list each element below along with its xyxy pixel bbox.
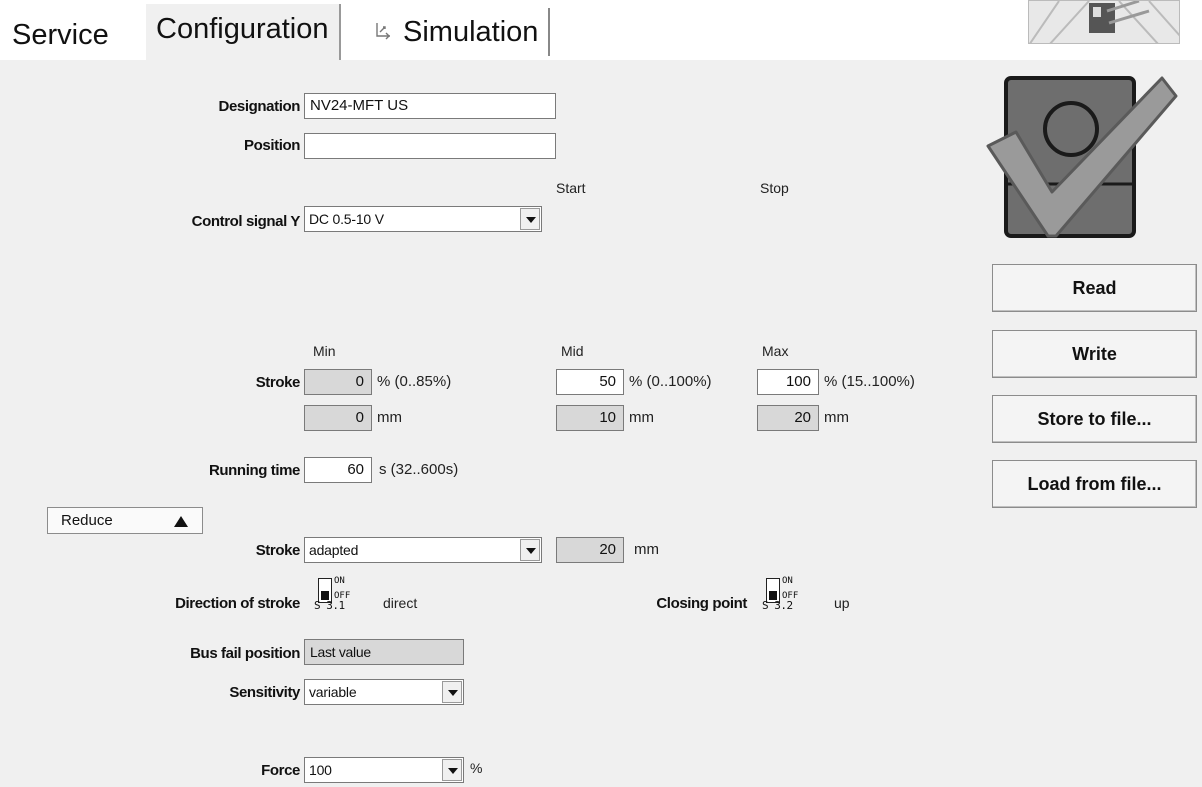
device-status-check-icon	[986, 76, 1178, 238]
bus-fail-position-label: Bus fail position	[190, 645, 300, 662]
sensitivity-value: variable	[309, 684, 357, 700]
chevron-down-icon[interactable]	[520, 539, 540, 561]
force-label: Force	[261, 762, 300, 779]
sensitivity-select[interactable]: variable	[304, 679, 464, 705]
collapse-up-icon	[174, 516, 188, 527]
tab-simulation-label: Simulation	[403, 16, 539, 48]
stroke-max-range: % (15..100%)	[824, 373, 915, 390]
bus-fail-position-field: Last value	[304, 639, 464, 665]
position-input[interactable]	[304, 133, 556, 159]
read-button[interactable]: Read	[992, 264, 1197, 312]
stroke-mid-label: Mid	[561, 343, 584, 359]
stroke-max-mm-unit: mm	[824, 409, 849, 426]
write-button[interactable]: Write	[992, 330, 1197, 378]
tab-strip: Service Configuration Simulation	[0, 0, 1202, 60]
position-label: Position	[244, 137, 300, 154]
stroke-mode-mm-unit: mm	[634, 541, 659, 558]
stroke-label: Stroke	[255, 374, 301, 391]
closing-point-label: Closing point	[656, 595, 747, 612]
designation-label: Designation	[218, 98, 301, 115]
closing-point-value: up	[834, 595, 850, 611]
sensitivity-label: Sensitivity	[229, 684, 300, 701]
simulation-icon	[376, 23, 390, 40]
running-time-label: Running time	[208, 462, 300, 479]
start-column-label: Start	[556, 180, 586, 196]
app-window: Service Configuration Simulation Designa…	[0, 0, 1202, 787]
stroke-mode-value: adapted	[309, 542, 359, 558]
stroke-max-percent[interactable]: 100	[757, 369, 819, 395]
chevron-down-icon[interactable]	[442, 681, 462, 703]
device-photo-thumbnail	[1028, 0, 1180, 44]
running-time-unit: s (32..600s)	[379, 461, 459, 478]
dip-switch-s3-2: ON OFF S 3.2	[762, 576, 807, 614]
dip-code-label: S 3.1	[314, 599, 345, 612]
store-to-file-button[interactable]: Store to file...	[992, 395, 1197, 443]
configuration-panel: Designation NV24-MFT US Position Start S…	[0, 60, 1202, 787]
control-signal-label: Control signal Y	[191, 213, 301, 230]
direction-of-stroke-label: Direction of stroke	[175, 595, 300, 612]
control-signal-value: DC 0.5-10 V	[309, 211, 384, 227]
chevron-down-icon[interactable]	[520, 208, 540, 230]
reduce-toggle[interactable]: Reduce	[47, 507, 203, 534]
load-from-file-button[interactable]: Load from file...	[992, 460, 1197, 508]
stroke-min-range: % (0..85%)	[377, 373, 452, 390]
stroke-mode-mm: 20	[556, 537, 624, 563]
stroke-min-percent: 0	[304, 369, 372, 395]
tab-configuration[interactable]: Configuration	[146, 4, 341, 60]
tab-simulation[interactable]: Simulation	[365, 8, 551, 56]
stroke-min-label: Min	[313, 343, 336, 359]
reduce-label: Reduce	[61, 512, 113, 529]
stroke-max-label: Max	[762, 343, 789, 359]
stroke-max-mm: 20	[757, 405, 819, 431]
dip-on-label: ON	[782, 576, 793, 586]
dip-code-label: S 3.2	[762, 599, 793, 612]
stroke-min-mm-unit: mm	[377, 409, 402, 426]
control-signal-select[interactable]: DC 0.5-10 V	[304, 206, 542, 232]
stroke-mode-select[interactable]: adapted	[304, 537, 542, 563]
force-select[interactable]: 100	[304, 757, 464, 783]
force-value: 100	[309, 762, 332, 778]
stroke-min-mm: 0	[304, 405, 372, 431]
dip-switch-s3-1: ON OFF S 3.1	[314, 576, 359, 614]
force-unit: %	[470, 760, 483, 776]
direction-value: direct	[383, 595, 418, 611]
stroke-mid-mm: 10	[556, 405, 624, 431]
tab-service[interactable]: Service	[12, 10, 109, 64]
stroke-mid-percent[interactable]: 50	[556, 369, 624, 395]
running-time-input[interactable]: 60	[304, 457, 372, 483]
stop-column-label: Stop	[760, 180, 789, 196]
chevron-down-icon[interactable]	[442, 759, 462, 781]
stroke-mid-range: % (0..100%)	[629, 373, 712, 390]
dip-on-label: ON	[334, 576, 345, 586]
stroke-mode-label: Stroke	[255, 542, 301, 559]
stroke-mid-mm-unit: mm	[629, 409, 654, 426]
designation-input[interactable]: NV24-MFT US	[304, 93, 556, 119]
